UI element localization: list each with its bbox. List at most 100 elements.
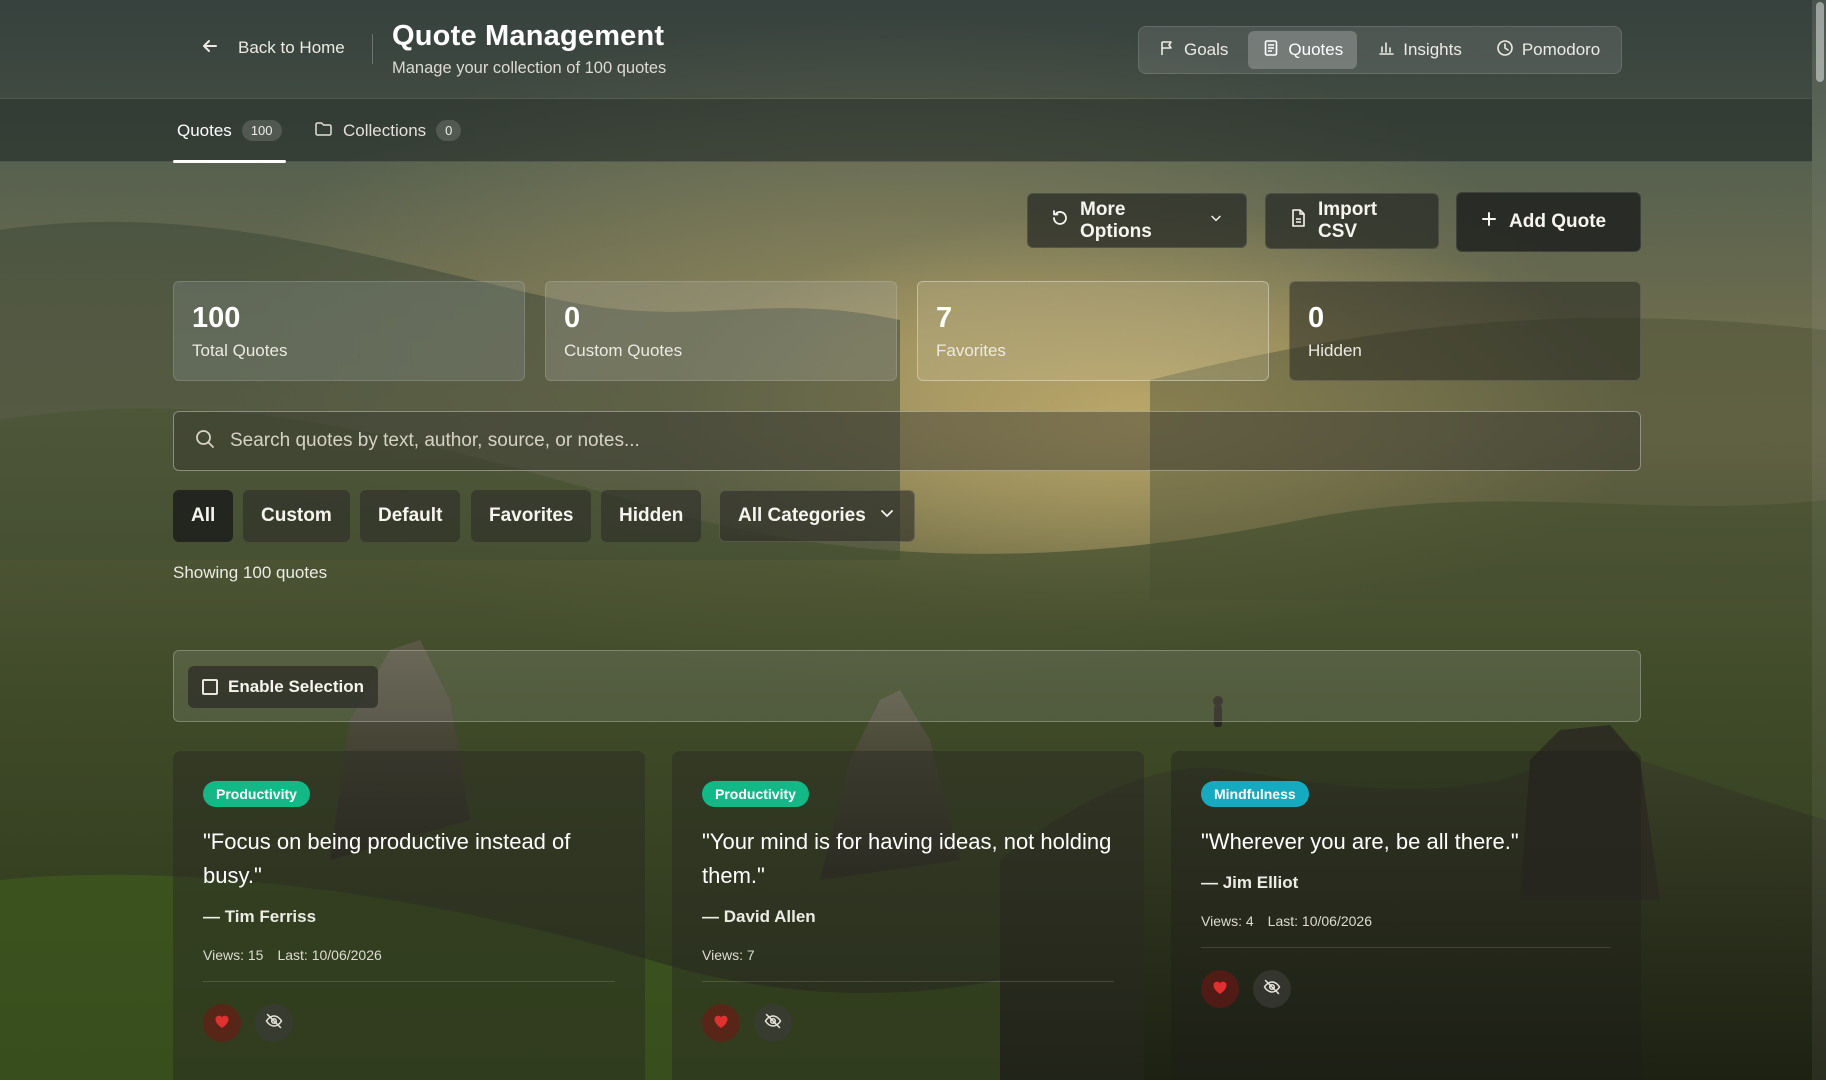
stat-favorites: 7 Favorites bbox=[917, 281, 1269, 381]
tab-quotes-label: Quotes bbox=[177, 120, 232, 140]
heart-icon bbox=[711, 1011, 731, 1036]
quote-meta: Views: 7 bbox=[702, 947, 1114, 963]
filter-default-label: Default bbox=[378, 505, 443, 526]
category-badge: Mindfulness bbox=[1201, 781, 1309, 807]
heart-icon bbox=[212, 1011, 232, 1036]
favorite-button[interactable] bbox=[203, 1004, 241, 1042]
search-input[interactable] bbox=[230, 430, 1620, 452]
card-divider bbox=[1201, 947, 1611, 948]
stat-custom-quotes: 0 Custom Quotes bbox=[545, 281, 897, 381]
quote-last-viewed: Last: 10/06/2026 bbox=[277, 947, 382, 963]
category-select-label: All Categories bbox=[738, 505, 866, 526]
tab-collections[interactable]: Collections 0 bbox=[314, 99, 462, 162]
stat-favorites-label: Favorites bbox=[936, 341, 1006, 360]
page-scrollbar[interactable] bbox=[1812, 0, 1826, 1080]
plus-icon bbox=[1479, 209, 1499, 235]
tab-quotes-count: 100 bbox=[241, 120, 282, 141]
add-quote-button[interactable]: Add Quote bbox=[1456, 192, 1641, 252]
favorite-button[interactable] bbox=[1201, 970, 1239, 1008]
tab-quotes[interactable]: Quotes 100 bbox=[173, 99, 286, 163]
back-to-home-link[interactable]: Back to Home bbox=[200, 36, 345, 60]
chevron-down-icon bbox=[1208, 210, 1224, 232]
quote-author: — Jim Elliot bbox=[1201, 873, 1299, 892]
quote-last-viewed: Last: 10/06/2026 bbox=[1267, 913, 1372, 929]
file-csv-icon bbox=[1288, 208, 1308, 234]
stat-total-label: Total Quotes bbox=[192, 341, 288, 360]
quote-card: Productivity "Focus on being productive … bbox=[173, 751, 645, 1080]
quote-text: "Focus on being productive instead of bu… bbox=[203, 829, 571, 888]
stat-hidden-label: Hidden bbox=[1308, 341, 1362, 360]
heart-icon bbox=[1210, 977, 1230, 1002]
nav-pomodoro[interactable]: Pomodoro bbox=[1482, 31, 1614, 69]
tabs-bar: Quotes 100 Collections 0 bbox=[0, 99, 1812, 163]
page-subtitle: Manage your collection of 100 quotes bbox=[392, 59, 667, 77]
back-to-home-label: Back to Home bbox=[238, 38, 345, 57]
nav-goals-label: Goals bbox=[1184, 40, 1229, 59]
filter-hidden-label: Hidden bbox=[619, 505, 684, 526]
card-divider bbox=[702, 981, 1114, 982]
quote-card: Productivity "Your mind is for having id… bbox=[672, 751, 1144, 1080]
tab-collections-label: Collections bbox=[343, 120, 427, 140]
folder-icon bbox=[314, 119, 333, 143]
quote-actions bbox=[702, 1004, 1114, 1042]
filter-favorites[interactable]: Favorites bbox=[471, 490, 592, 542]
quote-text: "Wherever you are, be all there." bbox=[1201, 829, 1519, 854]
quote-views: Views: 7 bbox=[702, 947, 755, 963]
quote-text: "Your mind is for having ideas, not hold… bbox=[702, 829, 1112, 888]
document-icon bbox=[1262, 39, 1280, 62]
quote-views: Views: 15 bbox=[203, 947, 264, 963]
category-select[interactable]: All Categories bbox=[719, 490, 915, 542]
filter-custom-label: Custom bbox=[261, 505, 332, 526]
filter-custom[interactable]: Custom bbox=[243, 490, 350, 542]
quote-actions bbox=[1201, 970, 1611, 1008]
quote-author: — Tim Ferriss bbox=[203, 907, 317, 926]
stat-total-value: 100 bbox=[192, 302, 241, 334]
filter-hidden[interactable]: Hidden bbox=[601, 490, 702, 542]
search-bar bbox=[173, 411, 1641, 471]
clock-icon bbox=[1496, 39, 1514, 62]
filter-default[interactable]: Default bbox=[360, 490, 461, 542]
filter-all[interactable]: All bbox=[173, 490, 234, 542]
more-options-button[interactable]: More Options bbox=[1027, 193, 1247, 248]
bar-chart-icon bbox=[1377, 39, 1395, 62]
page-title: Quote Management bbox=[392, 20, 665, 52]
eye-off-icon bbox=[264, 1011, 284, 1036]
selection-bar: Enable Selection bbox=[173, 650, 1641, 722]
nav-insights[interactable]: Insights bbox=[1363, 31, 1476, 69]
quote-card: Mindfulness "Wherever you are, be all th… bbox=[1171, 751, 1641, 1080]
eye-off-icon bbox=[763, 1011, 783, 1036]
nav-goals[interactable]: Goals bbox=[1144, 31, 1242, 69]
favorite-button[interactable] bbox=[702, 1004, 740, 1042]
import-csv-label: Import CSV bbox=[1318, 199, 1378, 242]
nav-quotes[interactable]: Quotes bbox=[1248, 31, 1358, 69]
quote-meta: Views: 15 Last: 10/06/2026 bbox=[203, 947, 615, 963]
enable-selection-label: Enable Selection bbox=[228, 677, 365, 696]
quote-author: — David Allen bbox=[702, 907, 816, 926]
add-quote-label: Add Quote bbox=[1509, 211, 1607, 232]
checkbox-icon bbox=[202, 679, 218, 695]
flag-icon bbox=[1158, 39, 1176, 62]
hide-button[interactable] bbox=[255, 1004, 293, 1042]
enable-selection-button[interactable]: Enable Selection bbox=[188, 666, 379, 708]
hide-button[interactable] bbox=[1253, 970, 1291, 1008]
results-count: Showing 100 quotes bbox=[173, 563, 328, 582]
quote-views: Views: 4 bbox=[1201, 913, 1254, 929]
stat-total-quotes: 100 Total Quotes bbox=[173, 281, 525, 381]
eye-off-icon bbox=[1262, 977, 1282, 1002]
import-csv-button[interactable]: Import CSV bbox=[1265, 193, 1439, 249]
nav-insights-label: Insights bbox=[1403, 40, 1462, 59]
card-divider bbox=[203, 981, 615, 982]
stat-custom-value: 0 bbox=[564, 302, 581, 334]
chevron-down-icon bbox=[878, 504, 896, 528]
category-badge: Productivity bbox=[702, 781, 809, 807]
app-header: Back to Home Quote Management Manage you… bbox=[0, 0, 1812, 98]
stat-custom-label: Custom Quotes bbox=[564, 341, 683, 360]
stat-favorites-value: 7 bbox=[936, 302, 953, 334]
header-divider bbox=[372, 34, 373, 64]
stat-hidden: 0 Hidden bbox=[1289, 281, 1641, 381]
main-navigation: Goals Quotes Insights Pomodoro bbox=[1138, 26, 1622, 74]
nav-quotes-label: Quotes bbox=[1288, 40, 1344, 59]
hide-button[interactable] bbox=[754, 1004, 792, 1042]
scrollbar-thumb[interactable] bbox=[1816, 2, 1824, 82]
refresh-icon bbox=[1050, 208, 1070, 234]
